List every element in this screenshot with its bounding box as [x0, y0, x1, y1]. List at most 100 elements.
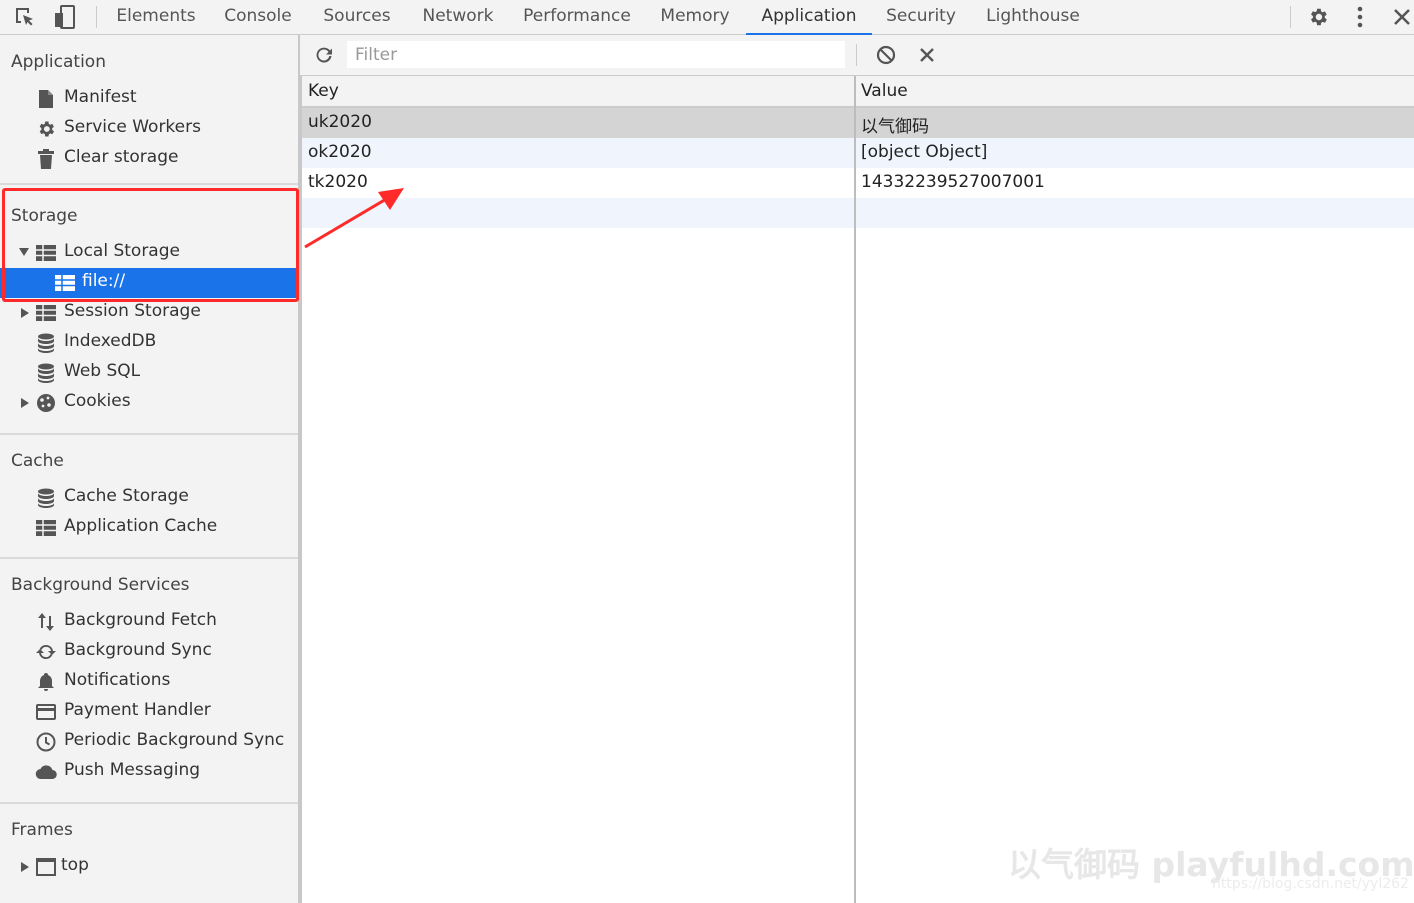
sidebar-item-label: Manifest: [64, 87, 137, 107]
table-icon: [54, 273, 76, 293]
section-divider: [0, 183, 298, 185]
sidebar-item-label: Local Storage: [64, 241, 180, 261]
sidebar-item-cache-storage[interactable]: Cache Storage: [0, 483, 298, 513]
table-icon: [35, 303, 57, 323]
toolbar-separator: [856, 44, 857, 66]
storage-table: Key Value uk2020 以气御码 ok2020 [object Obj…: [300, 76, 1414, 903]
tab-console[interactable]: Console: [208, 0, 308, 35]
section-divider: [0, 433, 298, 435]
table-icon: [35, 518, 57, 538]
sidebar-item-service-workers[interactable]: Service Workers: [0, 114, 298, 144]
sidebar-item-background-sync[interactable]: Background Sync: [0, 637, 298, 667]
sidebar-item-cookies[interactable]: Cookies: [0, 388, 298, 418]
sidebar-item-background-fetch[interactable]: Background Fetch: [0, 607, 298, 637]
sidebar-item-label: Periodic Background Sync: [64, 730, 285, 750]
table-row[interactable]: tk2020 14332239527007001: [302, 168, 1414, 198]
sidebar-item-label: Service Workers: [64, 117, 201, 137]
tab-lighthouse[interactable]: Lighthouse: [970, 0, 1096, 35]
expand-triangle-icon[interactable]: [21, 862, 29, 872]
annotation-arrow: [304, 188, 404, 249]
expand-triangle-icon[interactable]: [21, 398, 29, 408]
table-header: Key Value: [302, 76, 1414, 108]
row-value: 14332239527007001: [861, 172, 1045, 192]
delete-selected-icon[interactable]: [915, 43, 939, 67]
sidebar-item-local-storage-file[interactable]: file://: [0, 268, 298, 298]
gear-icon: [35, 119, 57, 139]
sync-icon: [35, 642, 57, 662]
table-icon: [35, 243, 57, 263]
sidebar-item-notifications[interactable]: Notifications: [0, 667, 298, 697]
section-title-background-services: Background Services: [11, 575, 190, 595]
sidebar-item-manifest[interactable]: Manifest: [0, 84, 298, 114]
table-row[interactable]: ok2020 [object Object]: [302, 138, 1414, 168]
section-divider: [0, 557, 298, 559]
sidebar-item-frame-top[interactable]: top: [0, 852, 298, 882]
storage-viewer: Key Value uk2020 以气御码 ok2020 [object Obj…: [300, 35, 1414, 903]
watermark-url: https://blog.csdn.net/yyl262: [1212, 876, 1409, 892]
refresh-icon[interactable]: [312, 43, 336, 67]
row-key: uk2020: [308, 112, 372, 132]
up-down-arrows-icon: [35, 612, 57, 632]
sidebar-item-local-storage[interactable]: Local Storage: [0, 238, 298, 268]
tab-security[interactable]: Security: [872, 0, 970, 35]
bell-icon: [35, 672, 57, 692]
gear-icon[interactable]: [1306, 5, 1330, 29]
close-icon[interactable]: [1390, 5, 1414, 29]
sidebar-item-label: top: [61, 855, 89, 875]
section-title-cache: Cache: [11, 451, 64, 471]
row-value: 以气御码: [861, 117, 929, 137]
sidebar-item-clear-storage[interactable]: Clear storage: [0, 144, 298, 174]
sidebar-item-label: Clear storage: [64, 147, 179, 167]
tab-memory[interactable]: Memory: [644, 0, 746, 35]
sidebar-item-label: Background Fetch: [64, 610, 217, 630]
expand-triangle-icon[interactable]: [19, 248, 29, 256]
trash-icon: [35, 149, 57, 169]
tab-application[interactable]: Application: [746, 0, 872, 35]
sidebar-item-label: IndexedDB: [64, 331, 157, 351]
sidebar-item-application-cache[interactable]: Application Cache: [0, 513, 298, 543]
column-divider: [854, 76, 856, 903]
sidebar-item-periodic-background-sync[interactable]: Periodic Background Sync: [0, 727, 298, 757]
sidebar-item-label: Session Storage: [64, 301, 201, 321]
column-header-value[interactable]: Value: [861, 81, 908, 101]
expand-triangle-icon[interactable]: [21, 308, 29, 318]
clock-icon: [35, 732, 57, 752]
tab-performance[interactable]: Performance: [510, 0, 644, 35]
sidebar-item-label: Payment Handler: [64, 700, 211, 720]
tab-network[interactable]: Network: [406, 0, 510, 35]
device-toolbar-icon[interactable]: [53, 5, 77, 29]
tab-sources[interactable]: Sources: [308, 0, 406, 35]
sidebar-item-payment-handler[interactable]: Payment Handler: [0, 697, 298, 727]
cloud-icon: [35, 762, 57, 782]
clear-all-icon[interactable]: [874, 43, 898, 67]
sidebar-item-label: Web SQL: [64, 361, 141, 381]
sidebar-item-label: file://: [82, 271, 126, 291]
credit-card-icon: [35, 702, 57, 722]
sidebar: Application Manifest Service Workers Cle…: [0, 35, 300, 903]
table-row-empty[interactable]: [302, 198, 1414, 228]
inspect-element-icon[interactable]: [13, 5, 37, 29]
filter-input[interactable]: [347, 41, 845, 68]
row-key: ok2020: [308, 142, 372, 162]
database-icon: [35, 333, 57, 353]
cookie-icon: [35, 393, 57, 413]
toolbar-separator: [96, 6, 97, 28]
section-title-application: Application: [11, 52, 106, 72]
table-row[interactable]: uk2020 以气御码: [302, 108, 1414, 138]
kebab-menu-icon[interactable]: [1348, 5, 1372, 29]
document-icon: [35, 89, 57, 109]
sidebar-item-label: Cache Storage: [64, 486, 189, 506]
toolbar-separator: [1290, 6, 1291, 28]
sidebar-item-label: Push Messaging: [64, 760, 201, 780]
section-title-storage: Storage: [11, 206, 78, 226]
sidebar-item-web-sql[interactable]: Web SQL: [0, 358, 298, 388]
sidebar-item-push-messaging[interactable]: Push Messaging: [0, 757, 298, 787]
tab-elements[interactable]: Elements: [104, 0, 208, 35]
sidebar-item-label: Notifications: [64, 670, 171, 690]
database-icon: [35, 488, 57, 508]
database-icon: [35, 363, 57, 383]
column-header-key[interactable]: Key: [308, 81, 339, 101]
sidebar-item-session-storage[interactable]: Session Storage: [0, 298, 298, 328]
sidebar-item-indexeddb[interactable]: IndexedDB: [0, 328, 298, 358]
devtools-toolbar: Elements Console Sources Network Perform…: [0, 0, 1414, 35]
